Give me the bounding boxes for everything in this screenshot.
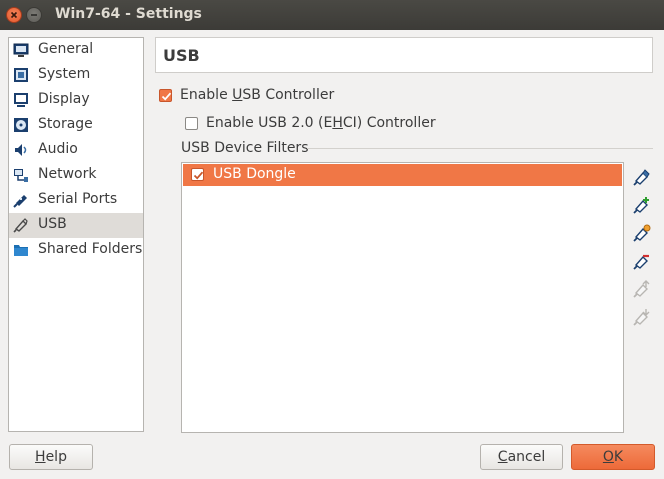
label-mnemonic: H	[332, 115, 343, 131]
button-label: ancel	[507, 449, 546, 465]
minimize-icon	[31, 14, 37, 16]
remove-filter-button[interactable]	[631, 250, 653, 272]
add-empty-filter-icon	[633, 169, 650, 186]
button-mnemonic: C	[497, 449, 508, 465]
edit-filter-icon	[633, 224, 651, 242]
enable-usb-checkbox[interactable]	[159, 89, 172, 102]
move-filter-up-icon	[633, 280, 650, 298]
display-icon	[14, 93, 28, 107]
settings-sidebar: General System Display Storage Audio Net…	[8, 37, 144, 432]
add-filter-from-device-button[interactable]	[631, 194, 653, 216]
checkmark-icon	[161, 92, 172, 101]
sidebar-item-serial-ports[interactable]: Serial Ports	[9, 188, 143, 213]
usb-icon	[13, 218, 28, 233]
window-title: Win7-64 - Settings	[55, 6, 202, 22]
label-text: SB Controller	[242, 87, 335, 103]
sidebar-item-general[interactable]: General	[9, 38, 143, 63]
usb-filters-group-title: USB Device Filters	[181, 140, 309, 156]
sidebar-item-storage[interactable]: Storage	[9, 113, 143, 138]
sidebar-item-label: Storage	[38, 116, 93, 132]
close-window-button[interactable]	[6, 7, 22, 23]
page-title: USB	[163, 46, 200, 65]
system-icon	[14, 68, 28, 82]
sidebar-item-label: USB	[38, 216, 67, 232]
title-bar: Win7-64 - Settings	[0, 0, 664, 30]
sidebar-item-label: General	[38, 41, 94, 57]
button-label: K	[613, 449, 624, 465]
cancel-button[interactable]: Cancel	[480, 444, 563, 470]
minimize-window-button[interactable]	[26, 7, 42, 23]
checkmark-icon	[193, 171, 204, 180]
sidebar-item-label: Serial Ports	[38, 191, 118, 207]
enable-usb-label[interactable]: Enable USB Controller	[180, 87, 334, 103]
move-filter-down-button[interactable]	[631, 306, 653, 328]
enable-usb2-checkbox[interactable]	[185, 117, 198, 130]
edit-filter-button[interactable]	[631, 222, 653, 244]
sidebar-item-label: System	[38, 66, 91, 82]
remove-filter-icon	[633, 254, 649, 270]
usb-filters-list[interactable]: USB Dongle	[181, 162, 624, 433]
sidebar-item-label: Display	[38, 91, 90, 107]
label-text: CI) Controller	[342, 115, 436, 131]
storage-icon	[14, 118, 28, 132]
help-button[interactable]: Help	[9, 444, 93, 470]
sidebar-item-system[interactable]: System	[9, 63, 143, 88]
label-text: Enable	[180, 87, 233, 103]
general-icon	[13, 43, 29, 57]
group-divider	[307, 148, 653, 149]
move-filter-up-button[interactable]	[631, 278, 653, 300]
add-filter-from-device-icon	[633, 197, 649, 214]
page-header: USB	[155, 37, 653, 73]
network-icon	[14, 169, 28, 182]
sidebar-item-label: Network	[38, 166, 97, 182]
label-mnemonic: U	[232, 87, 243, 103]
serial-ports-icon	[13, 195, 27, 208]
enable-usb2-label[interactable]: Enable USB 2.0 (EHCI) Controller	[206, 115, 436, 131]
add-empty-filter-button[interactable]	[631, 166, 653, 188]
sidebar-item-audio[interactable]: Audio	[9, 138, 143, 163]
sidebar-item-display[interactable]: Display	[9, 88, 143, 113]
sidebar-item-label: Audio	[38, 141, 78, 157]
filter-name: USB Dongle	[213, 166, 296, 182]
list-item[interactable]: USB Dongle	[183, 164, 622, 186]
sidebar-item-usb[interactable]: USB	[9, 213, 143, 238]
close-icon	[10, 11, 18, 19]
sidebar-item-label: Shared Folders	[38, 241, 143, 257]
button-label: elp	[45, 449, 67, 465]
label-text: Enable USB 2.0 (E	[206, 115, 333, 131]
move-filter-down-icon	[633, 309, 650, 326]
ok-button[interactable]: OK	[571, 444, 655, 470]
shared-folders-icon	[14, 245, 28, 256]
sidebar-item-network[interactable]: Network	[9, 163, 143, 188]
audio-icon	[15, 144, 27, 156]
filter-enabled-checkbox[interactable]	[191, 168, 204, 181]
button-mnemonic: H	[35, 449, 46, 465]
sidebar-item-shared-folders[interactable]: Shared Folders	[9, 238, 143, 263]
button-mnemonic: O	[602, 449, 614, 465]
